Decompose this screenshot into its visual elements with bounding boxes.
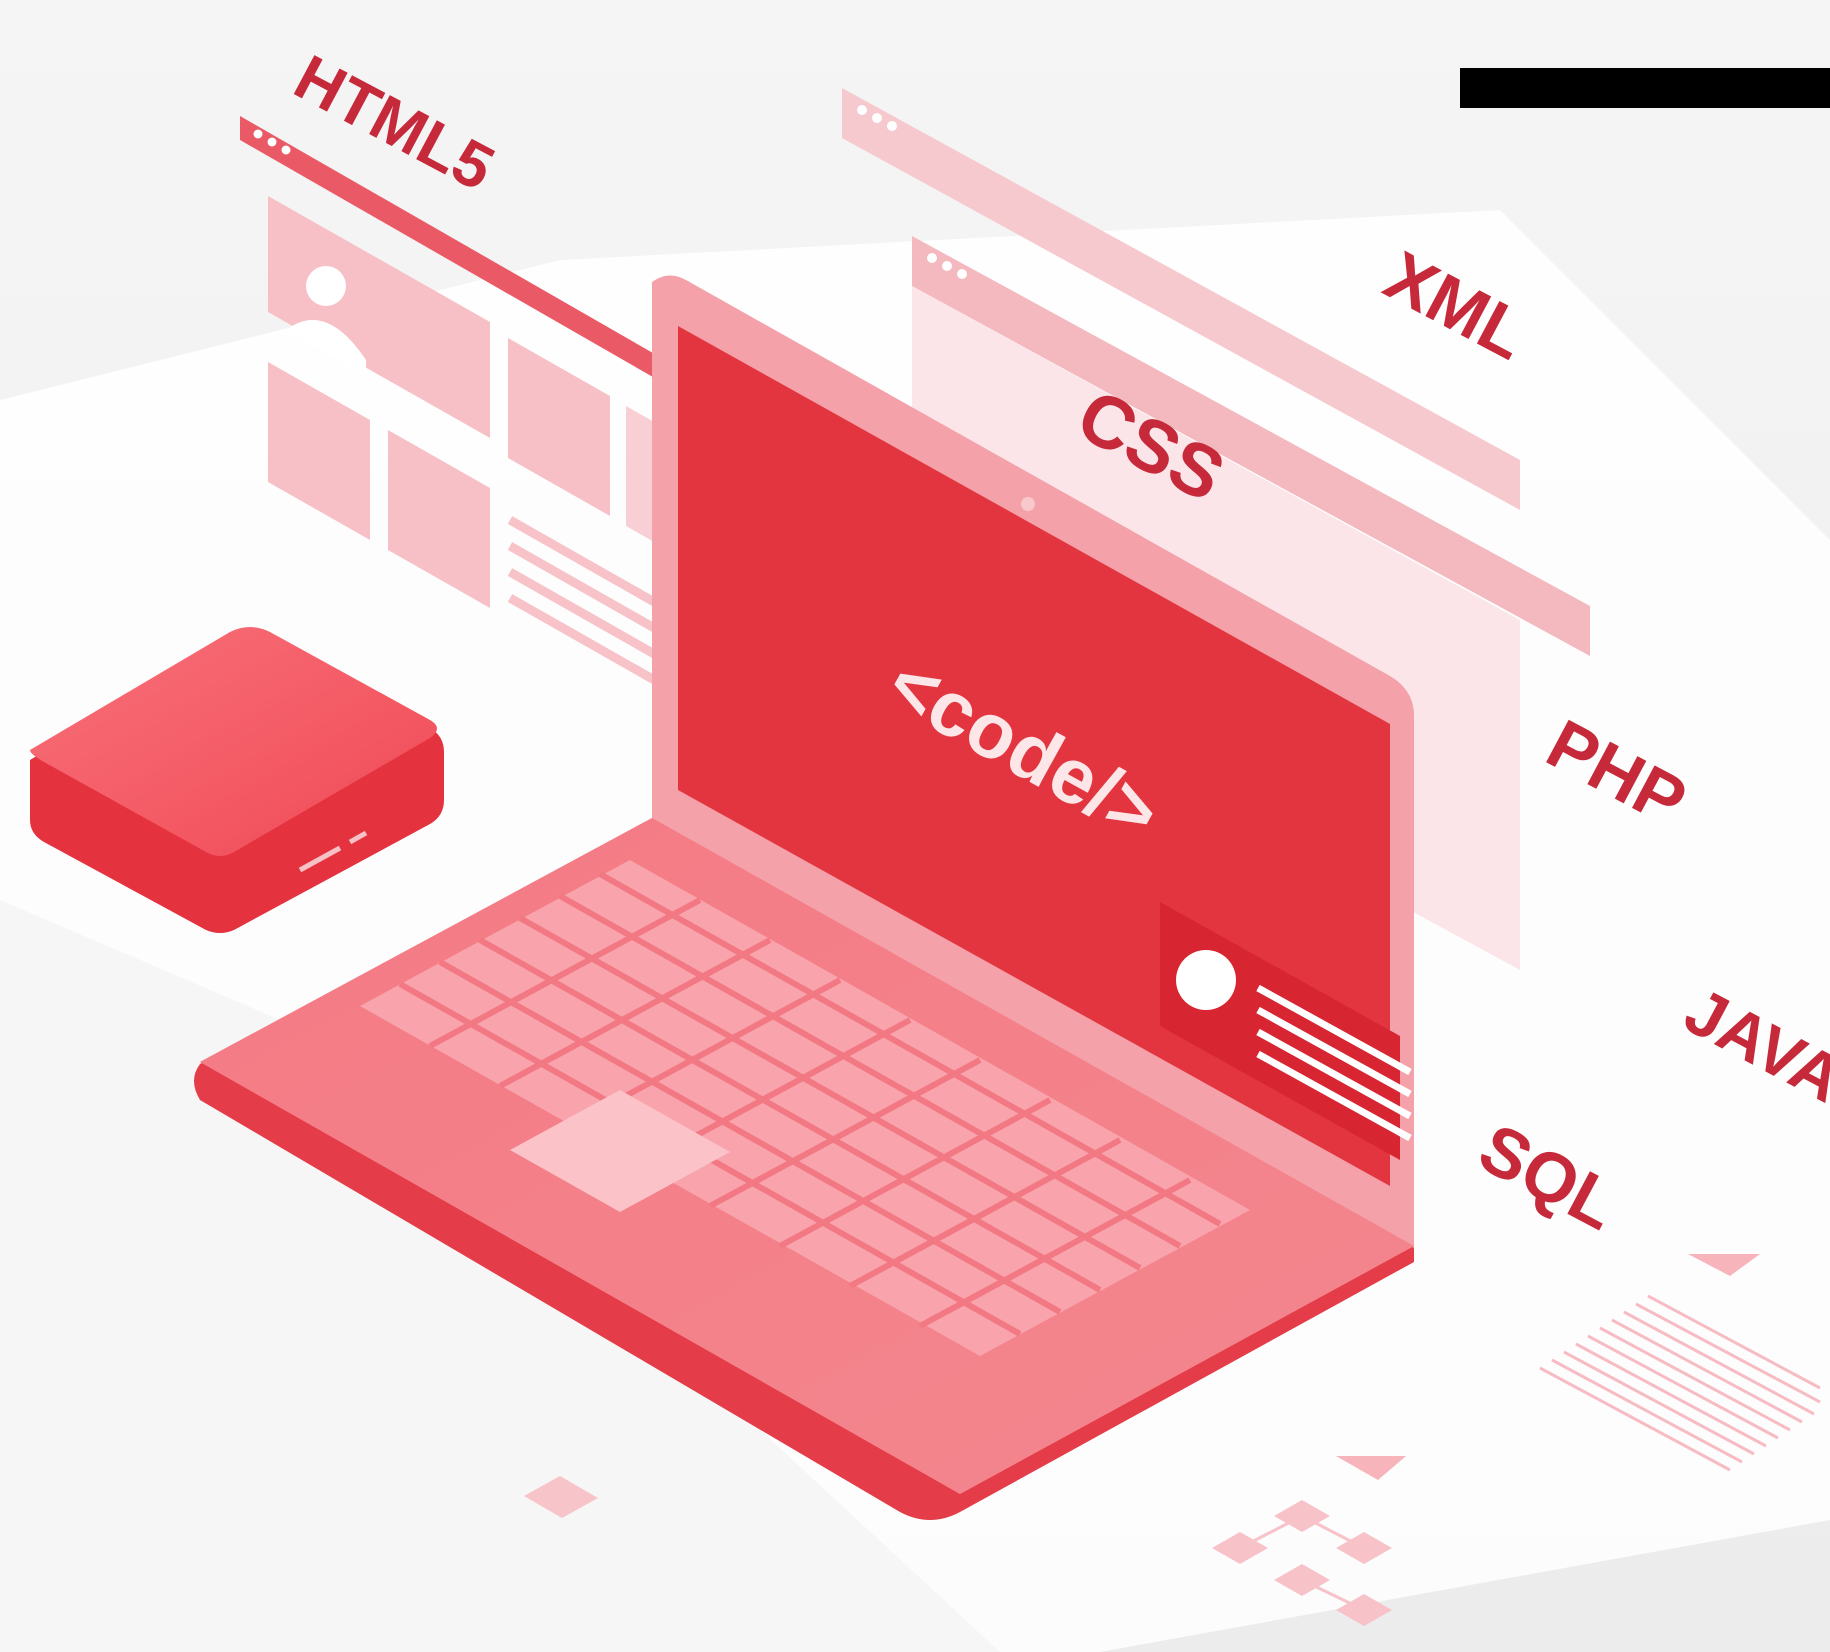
black-bar bbox=[1460, 68, 1830, 108]
profile-circle-icon bbox=[1176, 950, 1236, 1010]
webcam-icon bbox=[1021, 497, 1035, 511]
isometric-coding-illustration: <code/> HTML5 XML CSS PHP JAVA SQL bbox=[0, 0, 1830, 1652]
